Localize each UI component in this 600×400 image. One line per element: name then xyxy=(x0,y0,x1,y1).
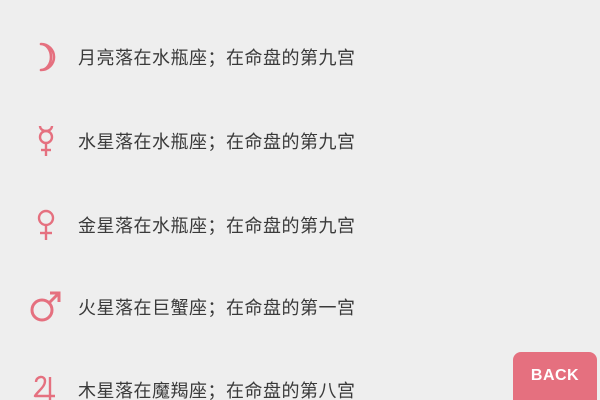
back-button-label: BACK xyxy=(530,367,580,384)
jupiter-icon xyxy=(22,373,70,400)
planet-placement-text: 木星落在魔羯座；在命盘的第八宫 xyxy=(78,381,356,400)
list-item-mars: 火星落在巨蟹座；在命盘的第一宫 xyxy=(0,277,600,337)
list-item-venus: 金星落在水瓶座；在命盘的第九宫 xyxy=(0,195,600,255)
planet-placement-text: 月亮落在水瓶座；在命盘的第九宫 xyxy=(78,48,356,69)
back-button[interactable]: BACK xyxy=(513,352,597,400)
planet-placement-text: 水星落在水瓶座；在命盘的第九宫 xyxy=(78,132,356,153)
venus-icon xyxy=(22,208,70,242)
mars-icon xyxy=(22,290,70,324)
list-item-jupiter: 木星落在魔羯座；在命盘的第八宫 xyxy=(0,360,600,400)
moon-icon xyxy=(22,41,70,73)
list-item-moon: 月亮落在水瓶座；在命盘的第九宫 xyxy=(0,27,600,87)
planet-placement-text: 金星落在水瓶座；在命盘的第九宫 xyxy=(78,216,356,237)
list-item-mercury: 水星落在水瓶座；在命盘的第九宫 xyxy=(0,111,600,171)
mercury-icon xyxy=(22,124,70,158)
planet-placement-screen: 月亮落在水瓶座；在命盘的第九宫 水星落在水瓶座；在命盘的第九宫 金星落在水瓶座；… xyxy=(0,0,600,400)
planet-placement-text: 火星落在巨蟹座；在命盘的第一宫 xyxy=(78,298,356,319)
